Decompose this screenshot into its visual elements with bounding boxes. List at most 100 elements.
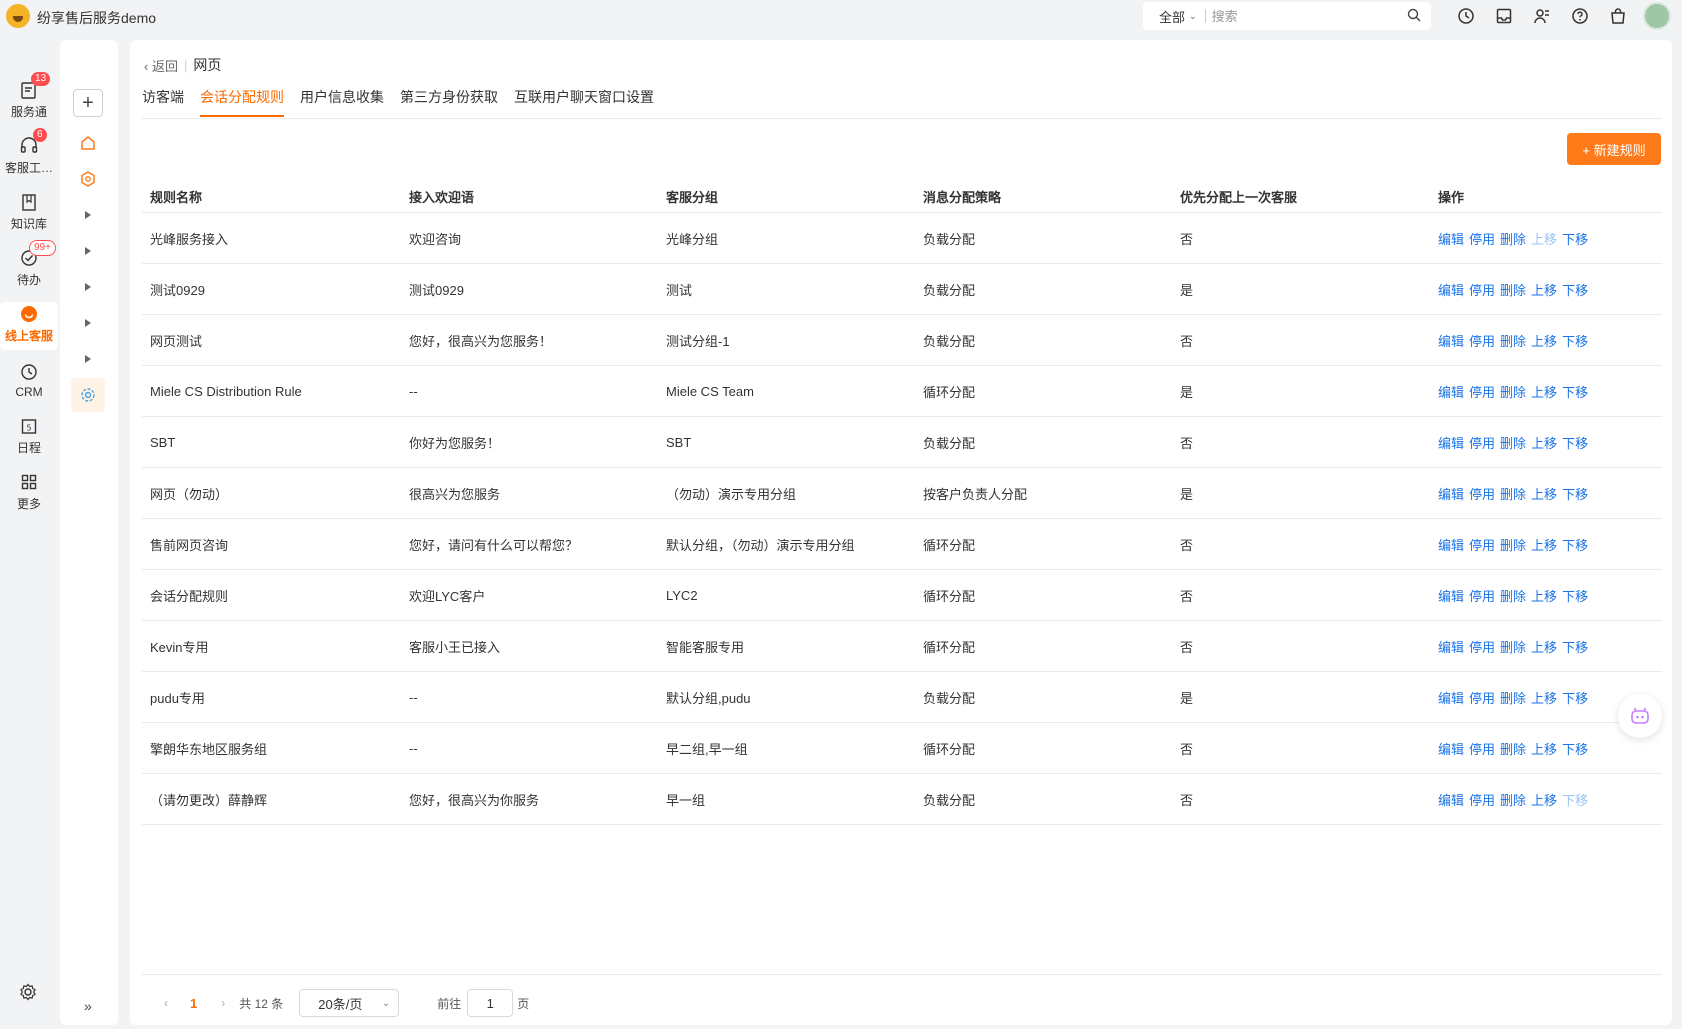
page-size-select[interactable]: 20条/页 ⌄ bbox=[299, 989, 400, 1017]
disable-button[interactable]: 停用 bbox=[1469, 436, 1495, 451]
delete-button[interactable]: 删除 bbox=[1500, 232, 1526, 247]
delete-button[interactable]: 删除 bbox=[1500, 436, 1526, 451]
tab-chat-window-settings[interactable]: 互联用户聊天窗口设置 bbox=[514, 87, 654, 117]
move-down-button[interactable]: 下移 bbox=[1562, 742, 1588, 757]
move-up-button[interactable]: 上移 bbox=[1531, 334, 1557, 349]
move-up-button[interactable]: 上移 bbox=[1531, 589, 1557, 604]
edit-button[interactable]: 编辑 bbox=[1438, 487, 1464, 502]
tab-visitor[interactable]: 访客端 bbox=[142, 87, 184, 117]
move-down-button[interactable]: 下移 bbox=[1562, 232, 1588, 247]
edit-button[interactable]: 编辑 bbox=[1438, 436, 1464, 451]
delete-button[interactable]: 删除 bbox=[1500, 283, 1526, 298]
add-button[interactable]: + bbox=[73, 89, 103, 117]
disable-button[interactable]: 停用 bbox=[1469, 589, 1495, 604]
tab-session-rules[interactable]: 会话分配规则 bbox=[200, 87, 284, 117]
edit-button[interactable]: 编辑 bbox=[1438, 640, 1464, 655]
disable-button[interactable]: 停用 bbox=[1469, 742, 1495, 757]
move-up-button[interactable]: 上移 bbox=[1531, 487, 1557, 502]
disable-button[interactable]: 停用 bbox=[1469, 487, 1495, 502]
move-down-button[interactable]: 下移 bbox=[1562, 283, 1588, 298]
expand-arrow-icon[interactable] bbox=[79, 242, 97, 260]
inbox-icon[interactable] bbox=[1494, 6, 1514, 26]
nav-item-online-service[interactable]: 线上客服 bbox=[0, 296, 58, 352]
delete-button[interactable]: 删除 bbox=[1500, 640, 1526, 655]
settings-gear-icon[interactable] bbox=[18, 982, 38, 1005]
nav-item-knowledge-base[interactable]: 知识库 bbox=[0, 184, 58, 240]
help-icon[interactable] bbox=[1570, 6, 1590, 26]
nav-item-service[interactable]: 13 服务通 bbox=[0, 72, 58, 128]
move-down-button[interactable]: 下移 bbox=[1562, 640, 1588, 655]
expand-arrow-icon[interactable] bbox=[79, 278, 97, 296]
search-scope-select[interactable]: 全部 ⌄ bbox=[1159, 7, 1197, 26]
edit-button[interactable]: 编辑 bbox=[1438, 691, 1464, 706]
search-input[interactable] bbox=[1211, 8, 1402, 24]
edit-button[interactable]: 编辑 bbox=[1438, 283, 1464, 298]
edit-button[interactable]: 编辑 bbox=[1438, 793, 1464, 808]
disable-button[interactable]: 停用 bbox=[1469, 538, 1495, 553]
disable-button[interactable]: 停用 bbox=[1469, 640, 1495, 655]
settings-icon[interactable] bbox=[71, 378, 105, 412]
delete-button[interactable]: 删除 bbox=[1500, 589, 1526, 604]
delete-button[interactable]: 删除 bbox=[1500, 334, 1526, 349]
delete-button[interactable]: 删除 bbox=[1500, 385, 1526, 400]
row-actions: 编辑 停用 删除 上移 下移 bbox=[1430, 790, 1662, 809]
delete-button[interactable]: 删除 bbox=[1500, 742, 1526, 757]
delete-button[interactable]: 删除 bbox=[1500, 487, 1526, 502]
prev-page-icon[interactable]: ‹ bbox=[158, 996, 174, 1010]
move-up-button[interactable]: 上移 bbox=[1531, 538, 1557, 553]
back-link[interactable]: ‹ 返回 bbox=[144, 56, 178, 75]
user-avatar[interactable] bbox=[1643, 2, 1671, 30]
move-up-button[interactable]: 上移 bbox=[1531, 640, 1557, 655]
goto-page-input[interactable] bbox=[467, 989, 514, 1017]
move-up-button[interactable]: 上移 bbox=[1531, 691, 1557, 706]
current-page[interactable]: 1 bbox=[190, 996, 197, 1011]
move-down-button[interactable]: 下移 bbox=[1562, 538, 1588, 553]
disable-button[interactable]: 停用 bbox=[1469, 334, 1495, 349]
assistant-bot-icon[interactable] bbox=[1618, 694, 1662, 738]
shopping-bag-icon[interactable] bbox=[1608, 6, 1628, 26]
disable-button[interactable]: 停用 bbox=[1469, 283, 1495, 298]
nav-item-todo[interactable]: 99+ 待办 bbox=[0, 240, 58, 296]
disable-button[interactable]: 停用 bbox=[1469, 232, 1495, 247]
move-down-button[interactable]: 下移 bbox=[1562, 487, 1588, 502]
disable-button[interactable]: 停用 bbox=[1469, 691, 1495, 706]
nav-item-more[interactable]: 更多 bbox=[0, 464, 58, 520]
tab-third-party-identity[interactable]: 第三方身份获取 bbox=[400, 87, 498, 117]
delete-button[interactable]: 删除 bbox=[1500, 793, 1526, 808]
search-icon[interactable] bbox=[1407, 8, 1421, 22]
move-up-button[interactable]: 上移 bbox=[1531, 283, 1557, 298]
move-up-button[interactable]: 上移 bbox=[1531, 793, 1557, 808]
next-page-icon[interactable]: › bbox=[215, 996, 231, 1010]
tab-user-info[interactable]: 用户信息收集 bbox=[300, 87, 384, 117]
nav-item-crm[interactable]: CRM bbox=[0, 352, 58, 408]
expand-arrow-icon[interactable] bbox=[79, 314, 97, 332]
contacts-icon[interactable] bbox=[1532, 6, 1552, 26]
move-up-button[interactable]: 上移 bbox=[1531, 742, 1557, 757]
expand-arrow-icon[interactable] bbox=[79, 350, 97, 368]
hexagon-icon[interactable] bbox=[79, 170, 97, 188]
move-down-button[interactable]: 下移 bbox=[1562, 385, 1588, 400]
edit-button[interactable]: 编辑 bbox=[1438, 589, 1464, 604]
edit-button[interactable]: 编辑 bbox=[1438, 538, 1464, 553]
delete-button[interactable]: 删除 bbox=[1500, 538, 1526, 553]
edit-button[interactable]: 编辑 bbox=[1438, 334, 1464, 349]
edit-button[interactable]: 编辑 bbox=[1438, 385, 1464, 400]
disable-button[interactable]: 停用 bbox=[1469, 793, 1495, 808]
move-up-button[interactable]: 上移 bbox=[1531, 436, 1557, 451]
move-down-button[interactable]: 下移 bbox=[1562, 589, 1588, 604]
nav-item-agent-workbench[interactable]: 6 客服工… bbox=[0, 128, 58, 184]
delete-button[interactable]: 删除 bbox=[1500, 691, 1526, 706]
double-chevron-right-icon[interactable]: » bbox=[84, 998, 92, 1014]
history-icon[interactable] bbox=[1456, 6, 1476, 26]
expand-arrow-icon[interactable] bbox=[79, 206, 97, 224]
move-down-button[interactable]: 下移 bbox=[1562, 436, 1588, 451]
disable-button[interactable]: 停用 bbox=[1469, 385, 1495, 400]
edit-button[interactable]: 编辑 bbox=[1438, 232, 1464, 247]
edit-button[interactable]: 编辑 bbox=[1438, 742, 1464, 757]
nav-item-schedule[interactable]: 5 日程 bbox=[0, 408, 58, 464]
move-down-button[interactable]: 下移 bbox=[1562, 691, 1588, 706]
home-icon[interactable] bbox=[79, 134, 97, 152]
move-up-button[interactable]: 上移 bbox=[1531, 385, 1557, 400]
new-rule-button[interactable]: + 新建规则 bbox=[1567, 133, 1661, 165]
move-down-button[interactable]: 下移 bbox=[1562, 334, 1588, 349]
